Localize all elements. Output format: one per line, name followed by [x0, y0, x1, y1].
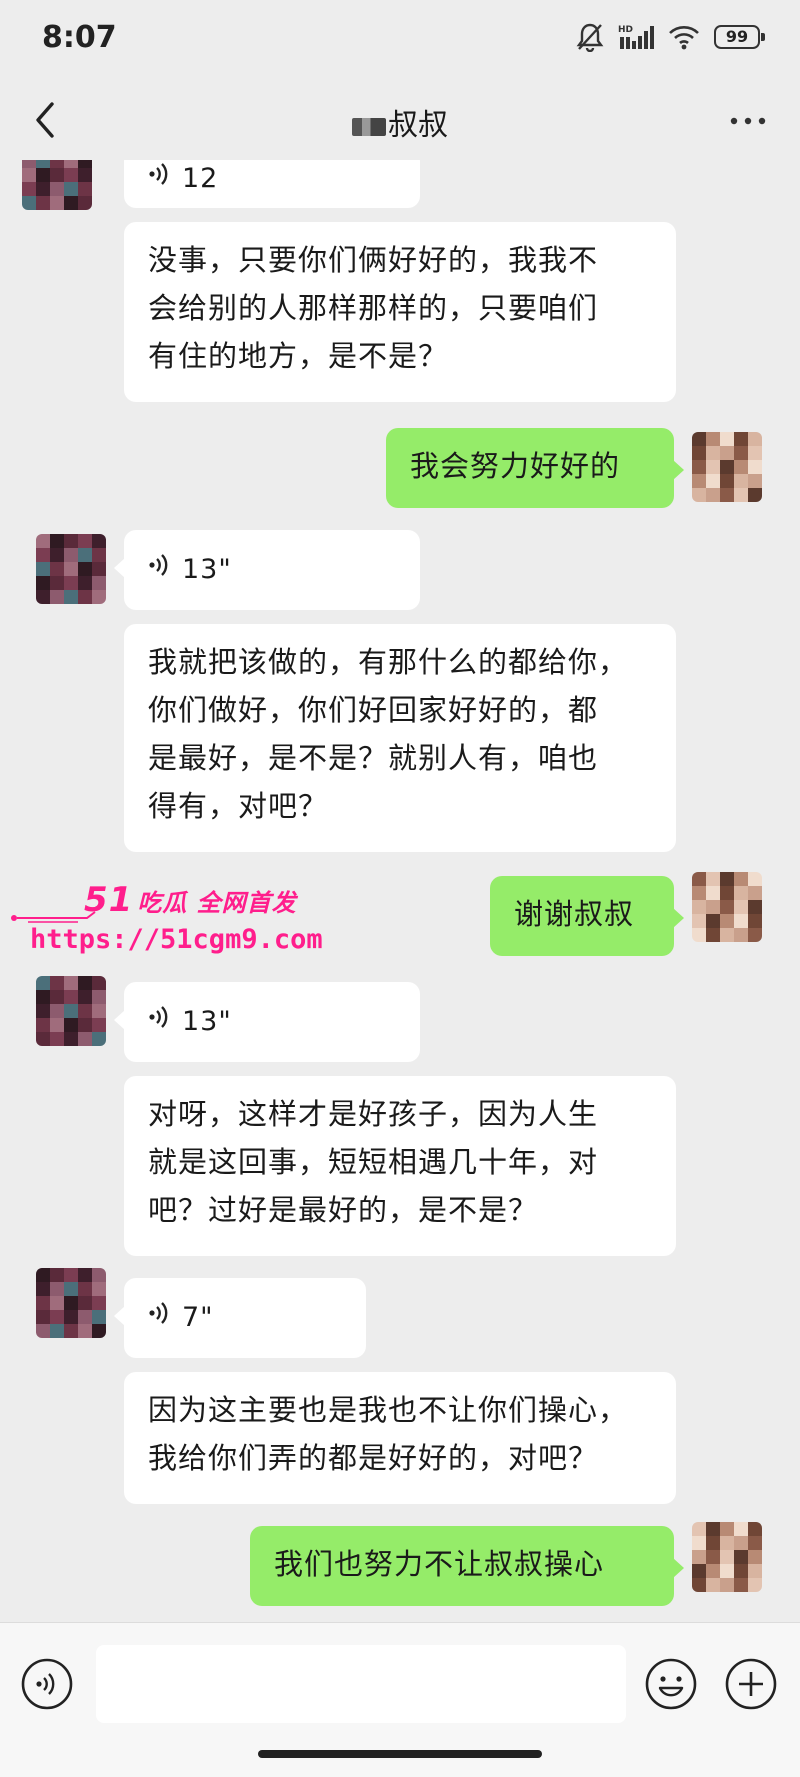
avatar-self[interactable]: [692, 432, 762, 502]
voice-duration: 13": [182, 1006, 232, 1037]
message-line: 会给别的人那样那样的，只要咱们: [148, 291, 599, 325]
wifi-icon: [668, 24, 700, 50]
voice-input-button[interactable]: [20, 1657, 74, 1711]
voice-message[interactable]: 7": [114, 1278, 366, 1358]
voice-wave-icon: [148, 998, 170, 1046]
message-line: 对呀，这样才是好孩子，因为人生: [148, 1097, 599, 1131]
status-bar: 8:07 HD 99: [0, 0, 800, 80]
text-message[interactable]: 我就把该做的，有那什么的都给你， 你们做好，你们好回家好好的，都 是最好，是不是…: [124, 624, 676, 852]
chat-header: 叔叔: [0, 80, 800, 160]
message-line: 吧？过好是最好的，是不是？: [148, 1193, 539, 1227]
plus-button[interactable]: [724, 1657, 778, 1711]
watermark-url: https://51cgm9.com: [30, 924, 323, 955]
message-line: 没事，只要你们俩好好的，我我不: [148, 243, 599, 277]
watermark-brand: 51 吃瓜 全网首发: [84, 880, 297, 920]
avatar-uncle[interactable]: [36, 534, 106, 604]
chat-title: 叔叔: [0, 100, 800, 144]
avatar-uncle[interactable]: [36, 1268, 106, 1338]
status-time: 8:07: [42, 20, 117, 55]
message-line: 你们做好，你们好回家好好的，都: [148, 693, 599, 727]
emoji-icon: [645, 1658, 697, 1710]
avatar-self[interactable]: [692, 1522, 762, 1592]
voice-duration: 12: [182, 163, 219, 194]
voice-wave-icon: [148, 160, 170, 203]
signal-icon: HD: [618, 23, 654, 51]
emoji-button[interactable]: [644, 1657, 698, 1711]
voice-wave-icon: [21, 1658, 73, 1710]
text-message-self[interactable]: 我们也努力不让叔叔操心: [250, 1526, 684, 1606]
text-message[interactable]: 对呀，这样才是好孩子，因为人生 就是这回事，短短相遇几十年，对 吧？过好是最好的…: [124, 1076, 676, 1256]
voice-message[interactable]: 12: [124, 160, 420, 208]
more-button[interactable]: [726, 106, 770, 136]
avatar-uncle[interactable]: [22, 160, 92, 210]
more-icon: [730, 117, 766, 125]
plus-icon: [725, 1658, 777, 1710]
message-line: 谢谢叔叔: [514, 897, 635, 931]
message-input[interactable]: [96, 1645, 626, 1723]
message-line: 就是这回事，短短相遇几十年，对: [148, 1145, 599, 1179]
message-line: 因为这主要也是我也不让你们操心，: [148, 1393, 629, 1427]
watermark: 51 吃瓜 全网首发 https://51cgm9.com: [8, 880, 323, 970]
avatar-uncle[interactable]: [36, 976, 106, 1046]
svg-text:HD: HD: [618, 25, 633, 35]
text-message-self[interactable]: 我会努力好好的: [386, 428, 684, 508]
message-line: 我就把该做的，有那什么的都给你，: [148, 645, 629, 679]
voice-wave-icon: [148, 1294, 170, 1342]
text-message-self[interactable]: 谢谢叔叔: [490, 876, 684, 956]
message-line: 我们也努力不让叔叔操心: [274, 1547, 605, 1581]
text-message[interactable]: 没事，只要你们俩好好的，我我不 会给别的人那样那样的，只要咱们 有住的地方，是不…: [124, 222, 676, 402]
status-icons: HD 99: [576, 22, 765, 52]
message-line: 是最好，是不是？就别人有，咱也: [148, 741, 599, 775]
text-message[interactable]: 因为这主要也是我也不让你们操心， 我给你们弄的都是好好的，对吧？: [124, 1372, 676, 1504]
avatar-self[interactable]: [692, 872, 762, 942]
voice-message[interactable]: 13": [114, 530, 420, 610]
voice-wave-icon: [148, 546, 170, 594]
message-line: 得有，对吧？: [148, 789, 329, 823]
message-line: 我给你们弄的都是好好的，对吧？: [148, 1441, 599, 1475]
redacted-mark: [352, 117, 386, 136]
message-line: 我会努力好好的: [410, 449, 621, 483]
mute-bell-icon: [576, 22, 604, 52]
home-indicator[interactable]: [258, 1750, 542, 1758]
voice-duration: 13": [182, 554, 232, 585]
message-line: 有住的地方，是不是？: [148, 339, 449, 373]
voice-duration: 7": [182, 1302, 214, 1333]
battery-icon: 99: [714, 25, 765, 49]
voice-message[interactable]: 13": [114, 982, 420, 1062]
